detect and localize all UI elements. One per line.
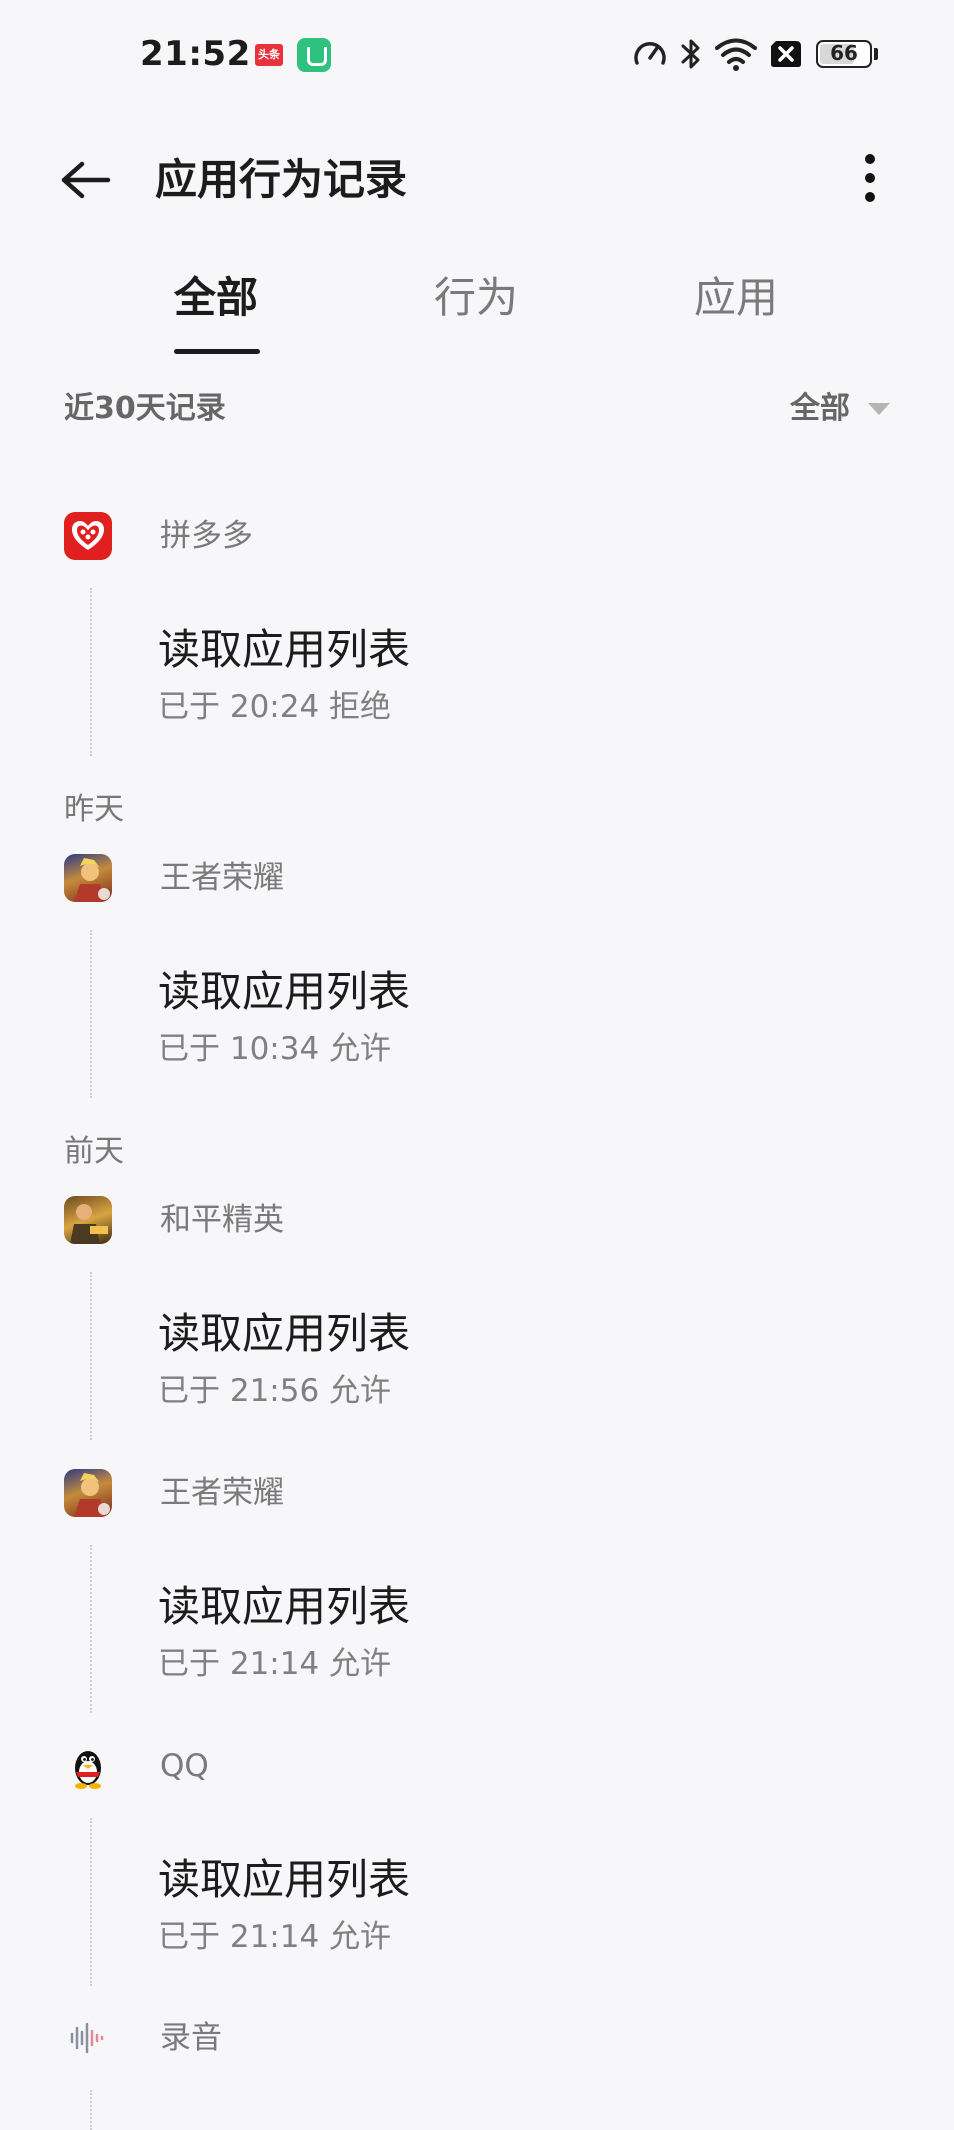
app-name: 王者荣耀 xyxy=(160,860,284,896)
record-title: 读取应用列表 xyxy=(158,1309,411,1358)
app-row-honor-of-kings[interactable]: 王者荣耀 xyxy=(64,1467,284,1519)
battery-tip xyxy=(874,48,878,60)
qq-penguin-icon xyxy=(64,1742,112,1790)
timeline-connector xyxy=(90,588,92,756)
record-detail: 已于 21:14 允许 xyxy=(158,1919,392,1955)
day-label-day-before-yesterday: 前天 xyxy=(64,1134,124,1169)
timeline-connector xyxy=(90,1545,92,1713)
speedometer-icon xyxy=(634,42,666,65)
more-vertical-icon xyxy=(865,154,875,164)
app-name: 录音 xyxy=(160,2020,222,2056)
status-time: 21:52 xyxy=(140,34,251,74)
filter-dropdown[interactable]: 全部 xyxy=(790,388,890,430)
record-detail: 已于 20:24 拒绝 xyxy=(158,689,392,725)
status-bar: 21:52 头条 66 xyxy=(0,0,954,110)
timeline-connector xyxy=(90,1818,92,1986)
pinduoduo-icon xyxy=(64,512,112,560)
honor-of-kings-icon xyxy=(64,1469,112,1517)
record-detail: 已于 10:34 允许 xyxy=(158,1031,392,1067)
tab-all[interactable]: 全部 xyxy=(174,270,258,326)
app-row-pinduoduo[interactable]: 拼多多 xyxy=(64,510,253,562)
app-name: 王者荣耀 xyxy=(160,1475,284,1511)
peacekeeper-elite-icon xyxy=(64,1196,112,1244)
page-title: 应用行为记录 xyxy=(155,155,408,204)
battery-icon: 66 xyxy=(816,40,872,68)
records-period-label: 近30天记录 xyxy=(64,391,226,426)
timeline-connector xyxy=(90,930,92,1098)
wifi-icon xyxy=(715,38,757,71)
app-behavior-records-screen: 21:52 头条 66 应用行为记录 全部 行为 应用 近30天记录 全部 拼多… xyxy=(0,0,954,2130)
app-row-qq[interactable]: QQ xyxy=(64,1740,209,1792)
record-detail: 已于 21:56 允许 xyxy=(158,1373,392,1409)
back-button[interactable] xyxy=(56,150,116,210)
record-title: 读取应用列表 xyxy=(158,1582,411,1631)
record-detail: 已于 21:14 允许 xyxy=(158,1646,392,1682)
sound-recorder-icon xyxy=(64,2014,112,2062)
record-title: 读取应用列表 xyxy=(158,967,411,1016)
app-name: 拼多多 xyxy=(160,518,253,554)
record-title: 读取应用列表 xyxy=(158,625,411,674)
app-row-peacekeeper-elite[interactable]: 和平精英 xyxy=(64,1194,284,1246)
app-row-sound-recorder[interactable]: 录音 xyxy=(64,2012,222,2064)
honor-of-kings-icon xyxy=(64,854,112,902)
arrow-left-icon xyxy=(61,161,111,199)
toutiao-notification-icon: 头条 xyxy=(255,44,283,66)
app-row-honor-of-kings[interactable]: 王者荣耀 xyxy=(64,852,284,904)
battery-level: 66 xyxy=(830,41,858,65)
no-sim-icon xyxy=(771,41,801,67)
bluetooth-icon xyxy=(681,39,700,69)
timeline-connector xyxy=(90,2090,92,2130)
filter-value: 全部 xyxy=(790,391,850,426)
day-label-yesterday: 昨天 xyxy=(64,792,124,827)
app-notification-icon xyxy=(297,38,331,72)
tab-behavior[interactable]: 行为 xyxy=(434,270,518,326)
active-tab-indicator xyxy=(174,349,260,354)
more-options-button[interactable] xyxy=(850,148,890,208)
timeline-connector xyxy=(90,1272,92,1440)
app-name: QQ xyxy=(160,1748,209,1784)
record-title: 读取应用列表 xyxy=(158,1855,411,1904)
tab-apps[interactable]: 应用 xyxy=(694,270,778,326)
caret-down-icon xyxy=(868,403,890,415)
app-name: 和平精英 xyxy=(160,1202,284,1238)
